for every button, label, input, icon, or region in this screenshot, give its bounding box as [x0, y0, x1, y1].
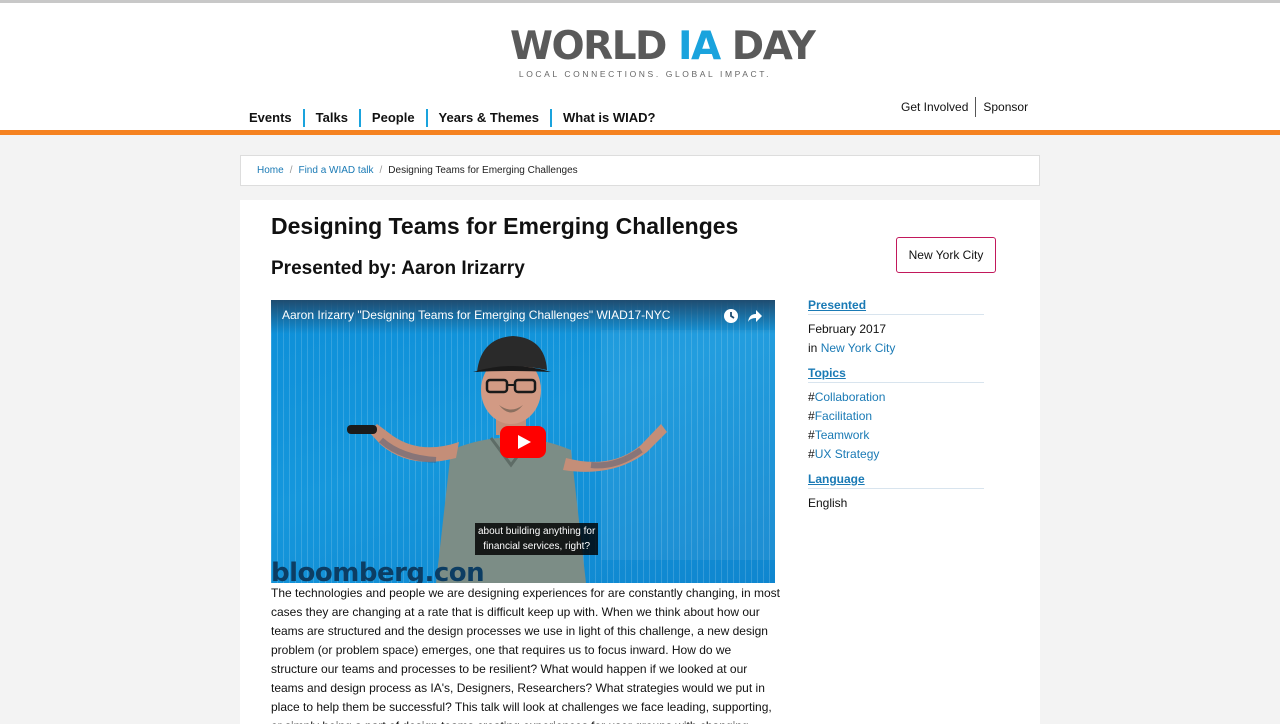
caption-line: about building anything for — [478, 526, 596, 537]
share-icon[interactable] — [746, 307, 764, 325]
topic-item: #Collaboration — [808, 388, 984, 407]
in-label: in — [808, 341, 821, 355]
page-title: Designing Teams for Emerging Challenges — [271, 213, 739, 239]
hash-symbol: # — [808, 428, 815, 442]
presented-location: in New York City — [808, 339, 984, 358]
logo-wordmark: WORLD IA DAY — [510, 24, 816, 69]
presented-date: February 2017 — [808, 322, 887, 336]
nav-item-people[interactable]: People — [358, 109, 426, 127]
nav-item-talks[interactable]: Talks — [302, 109, 359, 127]
talk-sidebar: Presented February 2017 in New York City… — [808, 298, 984, 521]
city-button[interactable]: New York City — [896, 237, 996, 273]
video-caption: about building anything for financial se… — [475, 523, 599, 555]
presented-section: Presented February 2017 in New York City — [808, 298, 984, 358]
video-title[interactable]: Aaron Irizarry "Designing Teams for Emer… — [282, 308, 670, 322]
hash-symbol: # — [808, 447, 815, 461]
nav-item-years-themes[interactable]: Years & Themes — [425, 109, 550, 127]
breadcrumb-home[interactable]: Home — [257, 165, 284, 176]
util-item-get-involved[interactable]: Get Involved — [894, 97, 975, 117]
breadcrumb-separator: / — [289, 165, 293, 176]
play-icon[interactable] — [500, 426, 546, 458]
language-heading: Language — [808, 472, 984, 489]
video-watermark: bloomberg.con — [271, 558, 485, 583]
site-logo[interactable]: WORLD IA DAY LOCAL CONNECTIONS. GLOBAL I… — [510, 24, 816, 80]
hash-symbol: # — [808, 409, 815, 423]
utility-nav: Get Involved Sponsor — [894, 96, 1035, 118]
language-value: English — [808, 496, 848, 510]
presenter-line: Presented by: Aaron Irizarry — [271, 258, 525, 279]
city-link[interactable]: New York City — [821, 341, 896, 355]
breadcrumb-find-talk[interactable]: Find a WIAD talk — [298, 165, 373, 176]
topics-section: Topics #Collaboration #Facilitation #Tea… — [808, 366, 984, 464]
talk-description: The technologies and people we are desig… — [271, 586, 780, 724]
topic-item: #UX Strategy — [808, 445, 984, 464]
topics-heading: Topics — [808, 366, 984, 383]
breadcrumb-separator: / — [379, 165, 383, 176]
nav-item-what-is-wiad[interactable]: What is WIAD? — [550, 109, 666, 127]
caption-line: financial services, right? — [483, 541, 591, 552]
topic-item: #Facilitation — [808, 407, 984, 426]
watch-later-icon[interactable] — [722, 307, 740, 325]
topic-link-facilitation[interactable]: Facilitation — [815, 409, 872, 423]
breadcrumb: Home / Find a WIAD talk / Designing Team… — [240, 155, 1040, 186]
topic-link-ux-strategy[interactable]: UX Strategy — [815, 447, 880, 461]
nav-item-events[interactable]: Events — [238, 109, 303, 127]
topic-link-teamwork[interactable]: Teamwork — [815, 428, 870, 442]
language-section: Language English — [808, 472, 984, 513]
presented-heading: Presented — [808, 298, 984, 315]
topic-item: #Teamwork — [808, 426, 984, 445]
main-nav: Events Talks People Years & Themes What … — [238, 108, 666, 128]
logo-tagline: LOCAL CONNECTIONS. GLOBAL IMPACT. — [518, 69, 772, 79]
video-player[interactable]: Aaron Irizarry "Designing Teams for Emer… — [271, 300, 775, 583]
breadcrumb-current: Designing Teams for Emerging Challenges — [388, 165, 578, 176]
header-accent-bar — [0, 130, 1280, 135]
site-header: WORLD IA DAY LOCAL CONNECTIONS. GLOBAL I… — [0, 3, 1280, 130]
hash-symbol: # — [808, 390, 815, 404]
util-item-sponsor[interactable]: Sponsor — [975, 97, 1035, 117]
talk-content: Designing Teams for Emerging Challenges … — [240, 200, 1040, 724]
topic-link-collaboration[interactable]: Collaboration — [815, 390, 886, 404]
